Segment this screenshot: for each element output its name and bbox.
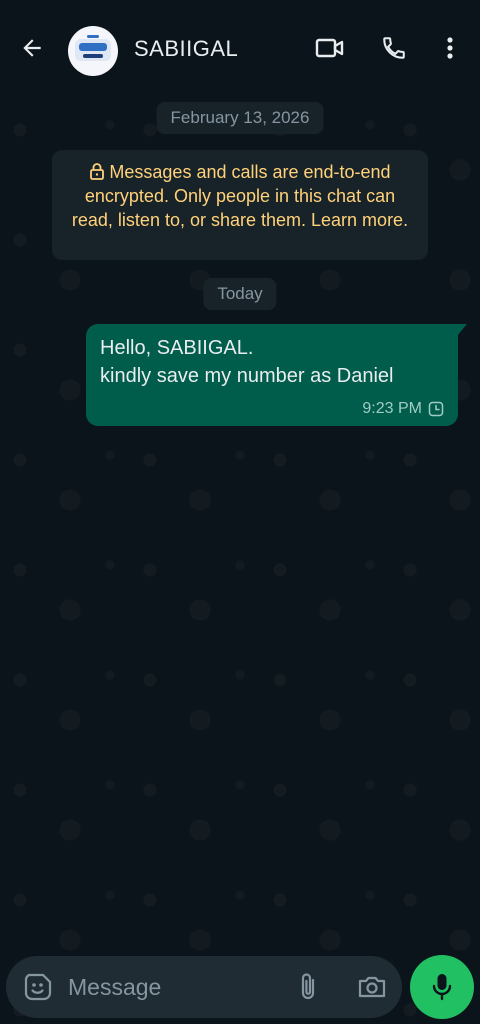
camera-icon[interactable] [356,971,388,1003]
message-line: Hello, SABIIGAL. [100,337,254,359]
encryption-notice-text: Messages and calls are end-to-end encryp… [71,162,409,230]
video-call-icon[interactable] [312,30,348,66]
message-input[interactable] [68,970,278,1004]
avatar[interactable] [68,26,118,76]
encryption-notice[interactable]: Messages and calls are end-to-end encryp… [52,150,428,260]
attachment-icon[interactable] [292,971,324,1003]
pending-clock-icon [428,401,444,417]
contact-name[interactable]: SABIIGAL [134,36,238,62]
voice-message-button[interactable] [410,955,474,1019]
message-composer [6,956,402,1018]
chat-header: SABIIGAL [0,0,480,96]
sticker-emoji-icon[interactable] [22,971,54,1003]
date-divider: February 13, 2026 [156,102,324,134]
group-logo-icon [75,35,111,61]
message-meta: 9:23 PM [362,400,444,418]
today-divider: Today [203,278,277,310]
voice-call-icon[interactable] [376,30,412,66]
microphone-icon [432,974,452,1001]
back-arrow-icon[interactable] [14,30,50,66]
message-time: 9:23 PM [362,400,422,417]
message-line: kindly save my number as Daniel [100,365,394,387]
outgoing-message-bubble[interactable]: Hello, SABIIGAL. kindly save my number a… [86,324,467,426]
more-options-icon[interactable] [432,30,468,66]
lock-icon [90,163,105,180]
